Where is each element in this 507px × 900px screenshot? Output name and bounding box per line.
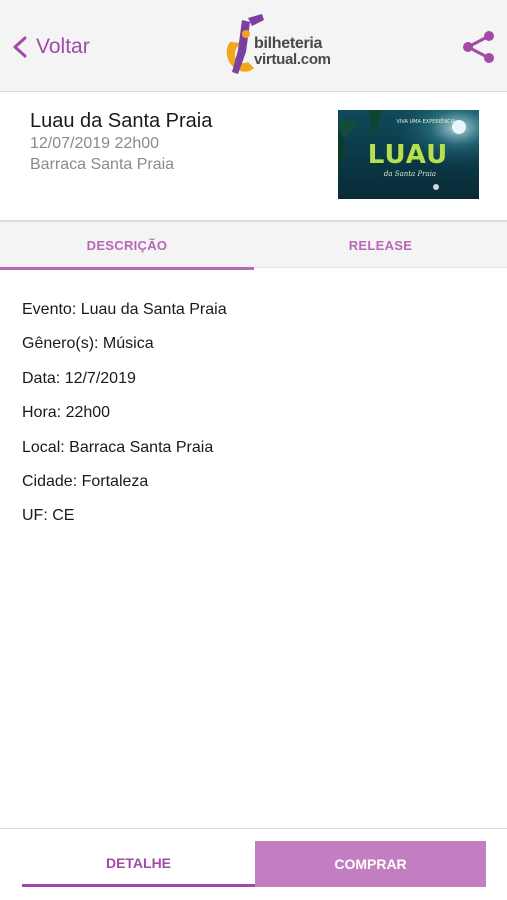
event-datetime: 12/07/2019 22h00 [30, 135, 160, 152]
detail-cidade: Cidade: Fortaleza [22, 472, 149, 490]
chevron-left-icon [13, 36, 27, 58]
event-venue: Barraca Santa Praia [30, 156, 175, 173]
detail-evento: Evento: Luau da Santa Praia [22, 301, 227, 318]
logo-text-line1: bilheteria [254, 35, 323, 52]
detail-data: Data: 12/7/2019 [22, 369, 136, 387]
event-details: Evento: Luau da Santa Praia Gênero(s): M… [22, 296, 227, 537]
event-title: Luau da Santa Praia [30, 110, 213, 132]
poster-top-text: VIVA UMA EXPERIÊNCIA [397, 117, 457, 125]
back-button[interactable]: Voltar [10, 30, 90, 64]
detail-uf: UF: CE [22, 507, 75, 525]
detalhe-button[interactable]: DETALHE [22, 841, 255, 887]
event-summary: Luau da Santa Praia 12/07/2019 22h00 Bar… [0, 92, 507, 220]
detail-genero: Gênero(s): Música [22, 335, 154, 353]
tab-release[interactable]: RELEASE [254, 222, 507, 268]
tab-descricao[interactable]: DESCRIÇÃO [0, 222, 254, 270]
poster-title: LUAU [368, 140, 448, 170]
back-label: Voltar [36, 35, 90, 58]
logo-text-line2: virtual.com [254, 51, 331, 68]
comprar-button[interactable]: COMPRAR [255, 841, 486, 887]
detail-hora: Hora: 22h00 [22, 404, 111, 422]
poster-subtitle: da Santa Praia [384, 170, 436, 178]
detail-local: Local: Barraca Santa Praia [22, 438, 214, 456]
event-poster-image: VIVA UMA EXPERIÊNCIA LUAU da Santa Praia [338, 110, 479, 199]
bilheteria-logo: bilheteria virtual.com [220, 12, 345, 80]
bottom-action-bar: DETALHE COMPRAR [0, 828, 507, 900]
app-header: Voltar bilheteria virtual.com [0, 0, 507, 92]
share-icon[interactable] [460, 30, 496, 64]
tab-bar: DESCRIÇÃO RELEASE [0, 220, 507, 270]
